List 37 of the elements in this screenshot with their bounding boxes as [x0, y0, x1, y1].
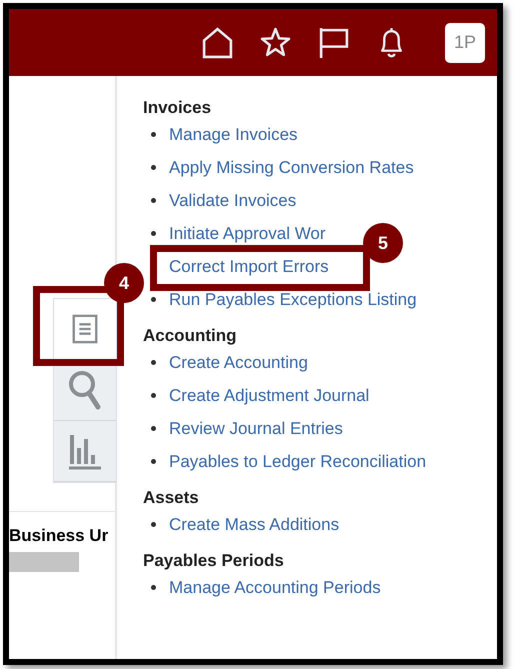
bullet — [151, 585, 156, 590]
filter-bar — [9, 552, 79, 572]
bullet — [151, 198, 156, 203]
search-icon — [67, 369, 103, 411]
bullet — [151, 360, 156, 365]
section-heading: Payables Periods — [143, 551, 285, 571]
menu-link[interactable]: Create Mass Additions — [169, 514, 340, 534]
menu-link[interactable]: Payables to Ledger Reconciliation — [169, 452, 426, 472]
bullet — [151, 426, 156, 431]
step-badge: 5 — [363, 223, 403, 263]
menu-link[interactable]: Initiate Approval Wor — [169, 224, 326, 244]
menu-link[interactable]: Validate Invoices — [169, 190, 296, 210]
document-icon — [70, 313, 100, 345]
menu-link[interactable]: Create Adjustment Journal — [169, 386, 370, 406]
flag-icon[interactable] — [317, 26, 350, 59]
menu-link[interactable]: Manage Accounting Periods — [169, 578, 381, 598]
bullet — [151, 393, 156, 398]
column-header: Business Ur — [9, 511, 115, 550]
bullet — [151, 297, 156, 302]
user-avatar[interactable]: 1P — [445, 22, 485, 62]
menu-link[interactable]: Apply Missing Conversion Rates — [169, 158, 414, 178]
bullet — [151, 522, 156, 527]
section-heading: Accounting — [143, 326, 238, 346]
bullet — [151, 165, 156, 170]
bullet — [151, 459, 156, 464]
bullet — [151, 231, 156, 236]
menu-link[interactable]: Correct Import Errors — [169, 256, 329, 276]
bullet — [151, 132, 156, 137]
star-icon[interactable] — [259, 26, 292, 59]
menu-link[interactable]: Create Accounting — [169, 352, 308, 372]
step-badge: 4 — [104, 263, 144, 303]
menu-link[interactable]: Manage Invoices — [169, 124, 298, 144]
menu-link[interactable]: Review Journal Entries — [169, 418, 343, 438]
section-heading: Invoices — [143, 98, 212, 118]
section-heading: Assets — [143, 488, 200, 508]
menu-link[interactable]: Run Payables Exceptions Listing — [169, 290, 417, 310]
home-icon[interactable] — [201, 26, 234, 59]
